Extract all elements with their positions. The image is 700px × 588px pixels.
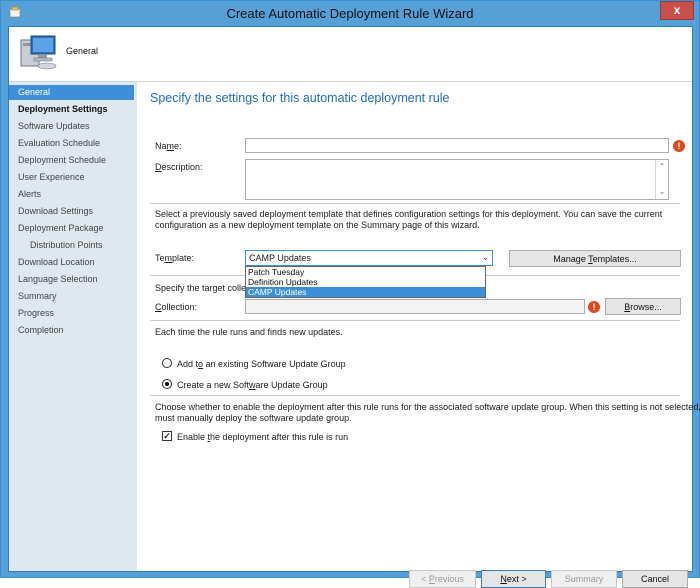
summary-button[interactable]: Summary	[551, 570, 617, 588]
window-title: Create Automatic Deployment Rule Wizard	[226, 6, 474, 21]
template-label: Template:	[155, 253, 195, 263]
sidebar-item-language-selection[interactable]: Language Selection	[9, 272, 134, 287]
title-bar[interactable]: Create Automatic Deployment Rule Wizard …	[1, 1, 699, 26]
scroll-down-icon[interactable]: ⌄	[656, 186, 668, 198]
enable-deployment-label: Enable the deployment after this rule is…	[177, 432, 349, 442]
sidebar-item-download-location[interactable]: Download Location	[9, 255, 134, 270]
computer-icon	[20, 35, 57, 70]
collection-label: Collection:	[155, 302, 198, 312]
sidebar-item-deployment-schedule[interactable]: Deployment Schedule	[9, 153, 134, 168]
next-button[interactable]: Next >	[481, 570, 546, 588]
manage-templates-button[interactable]: Manage Templates...	[509, 250, 681, 267]
template-option-patch-tuesday[interactable]: Patch Tuesday	[246, 267, 485, 277]
name-input[interactable]	[245, 138, 669, 153]
description-label: Description:	[155, 162, 203, 172]
wizard-header: General	[9, 27, 692, 82]
sidebar-item-distribution-points[interactable]: Distribution Points	[9, 238, 134, 253]
divider	[150, 203, 680, 204]
rule-runs-text: Each time the rule runs and finds new up…	[155, 327, 343, 337]
sidebar-item-download-settings[interactable]: Download Settings	[9, 204, 134, 219]
add-existing-group-radio[interactable]	[162, 358, 172, 368]
template-option-definition-updates[interactable]: Definition Updates	[246, 277, 485, 287]
chevron-down-icon[interactable]: ⌄	[482, 251, 489, 265]
create-new-group-label: Create a new Software Update Group	[177, 380, 328, 390]
enable-deployment-checkbox[interactable]: ✓	[162, 431, 172, 441]
description-scrollbar[interactable]: ⌃ ⌄	[655, 160, 668, 199]
previous-button[interactable]: < Previous	[409, 570, 476, 588]
sidebar-item-alerts[interactable]: Alerts	[9, 187, 134, 202]
description-input[interactable]: ⌃ ⌄	[245, 159, 669, 200]
template-info-line2: configuration as a new deployment templa…	[155, 220, 480, 230]
sidebar-item-completion[interactable]: Completion	[9, 323, 134, 338]
sidebar-item-software-updates[interactable]: Software Updates	[9, 119, 134, 134]
close-button[interactable]: x	[660, 1, 694, 20]
name-label: Name:	[155, 141, 182, 151]
template-option-camp-updates[interactable]: CAMP Updates	[246, 287, 485, 297]
template-select[interactable]: CAMP Updates ⌄	[245, 250, 493, 266]
sidebar-item-evaluation-schedule[interactable]: Evaluation Schedule	[9, 136, 134, 151]
divider	[150, 395, 680, 396]
sidebar-item-summary[interactable]: Summary	[9, 289, 134, 304]
sidebar-item-general[interactable]: General	[9, 85, 134, 100]
sidebar-item-user-experience[interactable]: User Experience	[9, 170, 134, 185]
enable-info-line1: Choose whether to enable the deployment …	[155, 402, 700, 412]
header-title: General	[66, 46, 99, 56]
add-existing-group-label: Add to an existing Software Update Group	[177, 359, 346, 369]
sidebar-item-progress[interactable]: Progress	[9, 306, 134, 321]
target-collection-text: Specify the target collec	[155, 283, 251, 293]
scroll-up-icon[interactable]: ⌃	[656, 161, 668, 173]
browse-button[interactable]: Browse...	[605, 298, 681, 315]
enable-info-line2: must manually deploy the software update…	[155, 413, 352, 423]
divider	[150, 320, 680, 321]
collection-input[interactable]	[245, 299, 585, 314]
wizard-client: General General Deployment Settings Soft…	[8, 26, 700, 588]
sidebar-item-deployment-package[interactable]: Deployment Package	[9, 221, 134, 236]
wizard-sidebar: General Deployment Settings Software Upd…	[9, 82, 137, 571]
wizard-window: Create Automatic Deployment Rule Wizard …	[0, 0, 700, 588]
template-info-line1: Select a previously saved deployment tem…	[155, 209, 663, 219]
error-icon: !	[673, 140, 685, 152]
template-dropdown-list: Patch Tuesday Definition Updates CAMP Up…	[245, 266, 486, 298]
wizard-content: Specify the settings for this automatic …	[138, 82, 700, 588]
error-icon: !	[588, 301, 600, 313]
page-heading: Specify the settings for this automatic …	[150, 91, 450, 105]
create-new-group-radio[interactable]	[162, 379, 172, 389]
template-selected-value: CAMP Updates	[249, 253, 311, 263]
cancel-button[interactable]: Cancel	[622, 570, 688, 588]
sidebar-item-deployment-settings[interactable]: Deployment Settings	[9, 102, 134, 117]
